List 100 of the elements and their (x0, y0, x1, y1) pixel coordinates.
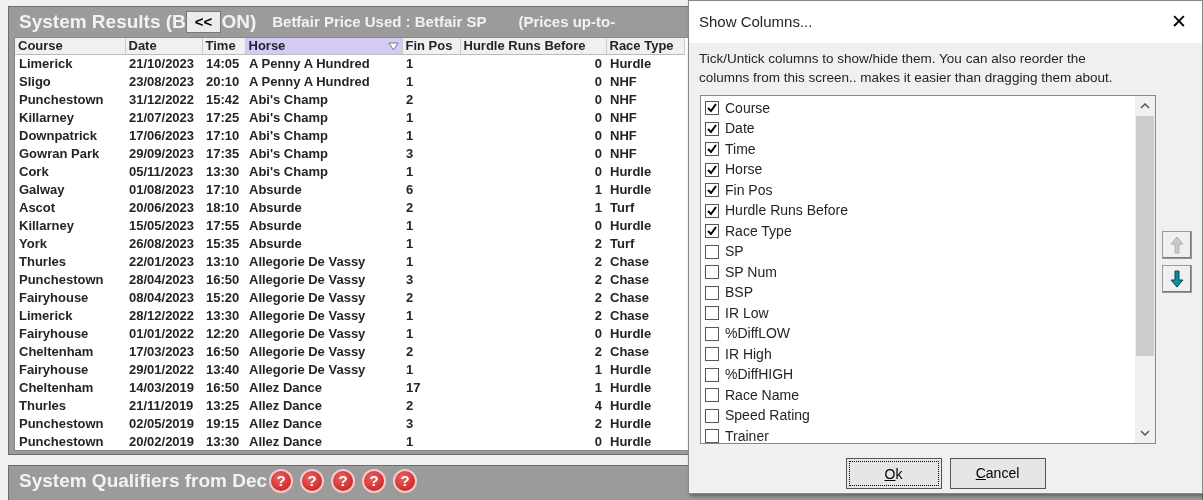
table-cell-text: 2 (405, 396, 415, 414)
checkbox[interactable] (705, 285, 719, 300)
table-cell: Hurdle (606, 54, 684, 72)
move-down-button[interactable] (1162, 265, 1192, 293)
table-cell-text: 19:15 (205, 414, 241, 432)
table-cell-text: Hurdle (609, 180, 653, 198)
check-icon (707, 226, 717, 237)
column-label: IR Low (725, 303, 769, 323)
table-cell-text: 0 (593, 126, 603, 144)
column-header[interactable]: Fin Pos (402, 38, 460, 54)
checkbox[interactable] (705, 326, 719, 341)
table-cell-text: 21/11/2019 (128, 396, 195, 414)
panel-title: System Qualifiers from Dec (19, 468, 268, 493)
checkbox[interactable] (705, 367, 719, 382)
column-label: Fin Pos (725, 180, 773, 200)
table-cell-text: Allegorie De Vassy (248, 288, 367, 306)
help-button[interactable]: ? (269, 469, 294, 493)
dialog-title: Show Columns... (699, 11, 813, 32)
table-cell-text: Sligo (18, 72, 52, 90)
table-cell-text: 01/01/2022 (128, 324, 196, 342)
checkbox[interactable] (705, 142, 719, 157)
table-cell-text: 1 (593, 180, 603, 198)
instructions-text: Tick/Untick columns to show/hide them. You can also reorder the columns from this screen.. makes it easier than dragging them about. (698, 50, 1114, 87)
table-cell-text: NHF (609, 90, 638, 108)
table-cell-text: Absurde (248, 216, 303, 234)
table-cell-text: Allez Dance (248, 378, 323, 396)
table-cell-text: Abi's Champ (248, 144, 329, 162)
column-header[interactable]: Date (125, 38, 202, 54)
table-cell-text: 31/12/2022 (128, 90, 196, 108)
checkbox[interactable] (705, 306, 719, 321)
table-cell-text: 1 (405, 432, 415, 450)
checkbox[interactable] (705, 429, 719, 443)
table-cell-text: Turf (609, 234, 636, 252)
table-cell-text: Cheltenham (18, 342, 95, 360)
checkbox[interactable] (705, 183, 719, 198)
checkbox[interactable] (705, 121, 719, 136)
table-cell-text: 2 (405, 342, 415, 360)
table-cell-text: 1 (593, 378, 603, 396)
table-cell-text: 13:25 (205, 396, 241, 414)
column-header[interactable]: Race Type (606, 38, 684, 54)
checkbox[interactable] (705, 408, 719, 423)
cancel-button[interactable]: Cancel (949, 458, 1046, 489)
table-cell-text: 28/12/2022 (128, 306, 196, 324)
table-cell-text: Fairyhouse (18, 324, 90, 342)
column-label: Course (725, 98, 771, 118)
table-cell-text: Galway (18, 180, 66, 198)
table-cell-text: Hurdle (609, 378, 653, 396)
table-cell-text: 16:50 (205, 342, 241, 360)
table-cell-text: Allez Dance (248, 396, 323, 414)
table-cell: 21/10/2023 (125, 54, 202, 72)
table-cell-text: Gowran Park (18, 144, 101, 162)
table-cell-text: 05/11/2023 (128, 162, 195, 180)
table-cell-text: 22/01/2023 (128, 252, 196, 270)
table-cell-text: 17:25 (205, 108, 241, 126)
checkbox[interactable] (705, 388, 719, 403)
table-cell-text: 0 (593, 90, 603, 108)
table-cell-text: Punchestown (18, 270, 105, 288)
help-button[interactable]: ? (300, 469, 325, 493)
table-cell-text: 20:10 (205, 72, 241, 90)
checkbox[interactable] (705, 101, 719, 116)
table-cell-text: 1 (405, 360, 415, 378)
column-header[interactable]: Course (15, 38, 125, 54)
table-cell-text: 01/08/2023 (128, 180, 196, 198)
column-label: %DiffLOW (725, 324, 791, 344)
table-cell-text: 4 (593, 396, 603, 414)
table-cell-text: 18:10 (205, 198, 241, 216)
table-cell-text: Hurdle (609, 324, 653, 342)
table-cell-text: 2 (593, 288, 603, 306)
table-cell-text: Hurdle (609, 162, 653, 180)
scrollbar[interactable] (1135, 96, 1155, 443)
checkbox[interactable] (705, 265, 719, 280)
help-button[interactable]: ? (393, 469, 418, 493)
help-button[interactable]: ? (331, 469, 356, 493)
checkbox[interactable] (705, 162, 719, 177)
collapse-button[interactable]: << (185, 11, 222, 33)
column-header[interactable]: Time (202, 38, 245, 54)
table-cell-text: 16:50 (205, 378, 241, 396)
table-cell-text: 1 (405, 126, 415, 144)
checkbox[interactable] (705, 203, 719, 218)
help-button[interactable]: ? (362, 469, 387, 493)
checkbox[interactable] (705, 224, 719, 239)
column-header[interactable]: Horse (245, 38, 402, 54)
close-button[interactable]: ✕ (1156, 2, 1202, 42)
column-header[interactable]: Hurdle Runs Before (460, 38, 606, 54)
checkbox[interactable] (705, 244, 719, 259)
table-cell-text: 3 (405, 270, 415, 288)
table-cell-text: Abi's Champ (248, 108, 329, 126)
scroll-thumb[interactable] (1136, 116, 1154, 356)
table-cell-text: NHF (609, 126, 638, 144)
table-cell-text: 16:50 (205, 270, 241, 288)
check-icon (707, 103, 717, 114)
table-cell-text: Chase (609, 288, 651, 306)
column-label: Speed Rating (725, 406, 810, 426)
table-cell-text: 1 (405, 324, 415, 342)
table-cell-text: 2 (593, 414, 603, 432)
column-label: SP Num (725, 262, 777, 282)
ok-button[interactable]: Ok (845, 458, 942, 489)
checkbox[interactable] (705, 347, 719, 362)
table-cell-text: 14/03/2019 (128, 378, 196, 396)
scroll-up-icon (1140, 103, 1150, 109)
